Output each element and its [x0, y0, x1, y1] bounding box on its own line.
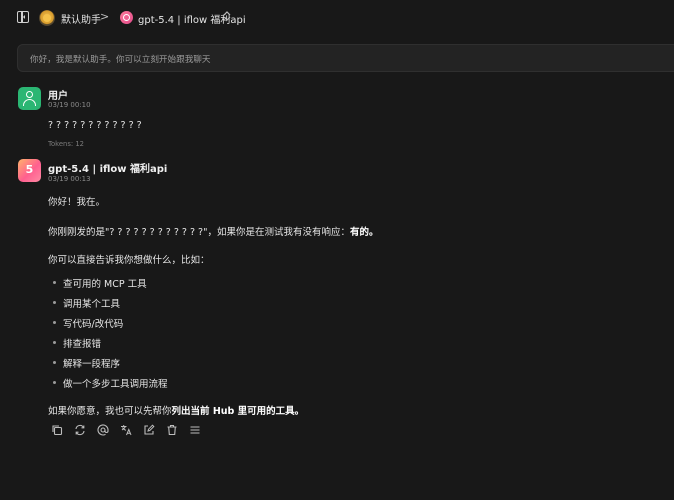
model-avatar: 5: [18, 159, 41, 182]
list-item: 查可用的 MCP 工具: [63, 279, 147, 290]
reply-offer-text: 如果你愿意，我也可以先帮你: [48, 406, 172, 417]
reply-line-echo: 你刚刚发的是"? ? ? ? ? ? ? ? ? ? ? ?"，如果你是在测试我…: [48, 224, 378, 238]
model-icon[interactable]: [120, 11, 133, 24]
list-bullet: [53, 341, 56, 344]
model-message-time: 03/19 00:13: [48, 175, 91, 183]
regenerate-icon[interactable]: [74, 424, 86, 436]
list-item: 解释一段程序: [63, 359, 121, 370]
user-message-time: 03/19 00:10: [48, 101, 91, 109]
list-bullet: [53, 281, 56, 284]
list-bullet: [53, 301, 56, 304]
list-bullet: [53, 361, 56, 364]
model-avatar-letter: 5: [25, 163, 34, 176]
list-item: 调用某个工具: [63, 299, 121, 310]
delete-icon[interactable]: [166, 424, 178, 436]
translate-icon[interactable]: [120, 424, 132, 436]
menu-icon[interactable]: [189, 424, 201, 436]
list-item: 写代码/改代码: [63, 319, 124, 330]
reply-line-suggest: 你可以直接告诉我你想做什么，比如：: [48, 255, 210, 266]
token-count: Tokens: 12: [48, 140, 84, 148]
edit-icon[interactable]: [143, 424, 155, 436]
top-bar: 默认助手 > gpt-5.4 | iflow 福利api: [0, 0, 674, 36]
user-message-content: ? ? ? ? ? ? ? ? ? ? ? ?: [48, 120, 142, 131]
reply-echo-text: 你刚刚发的是"? ? ? ? ? ? ? ? ? ? ? ?"，如果你是在测试我…: [48, 227, 350, 238]
user-name: 用户: [48, 91, 68, 102]
list-item: 做一个多步工具调用流程: [63, 379, 168, 390]
mention-icon[interactable]: [97, 424, 109, 436]
list-bullet: [53, 321, 56, 324]
model-name: gpt-5.4 | iflow 福利api: [48, 164, 168, 175]
breadcrumb-separator-icon: >: [100, 10, 110, 23]
breadcrumb-assistant[interactable]: 默认助手: [61, 11, 101, 26]
reply-echo-bold: 有的。: [349, 227, 379, 238]
sidebar-toggle-icon[interactable]: [17, 11, 29, 23]
list-item: 排查报错: [63, 339, 102, 350]
welcome-prompt-bar: 你好，我是默认助手。你可以立刻开始跟我聊天: [17, 44, 674, 72]
reply-offer-bold: 列出当前 Hub 里可用的工具。: [171, 406, 305, 417]
model-dropdown-chevron-icon[interactable]: [223, 11, 231, 24]
user-avatar: [18, 87, 41, 110]
copy-icon[interactable]: [51, 424, 63, 436]
reply-line-offer: 如果你愿意，我也可以先帮你列出当前 Hub 里可用的工具。: [48, 403, 304, 417]
assistant-avatar[interactable]: [39, 10, 55, 26]
reply-line-greeting: 你好！我在。: [48, 197, 106, 208]
welcome-text: 你好，我是默认助手。你可以立刻开始跟我聊天: [30, 55, 211, 65]
list-bullet: [53, 381, 56, 384]
